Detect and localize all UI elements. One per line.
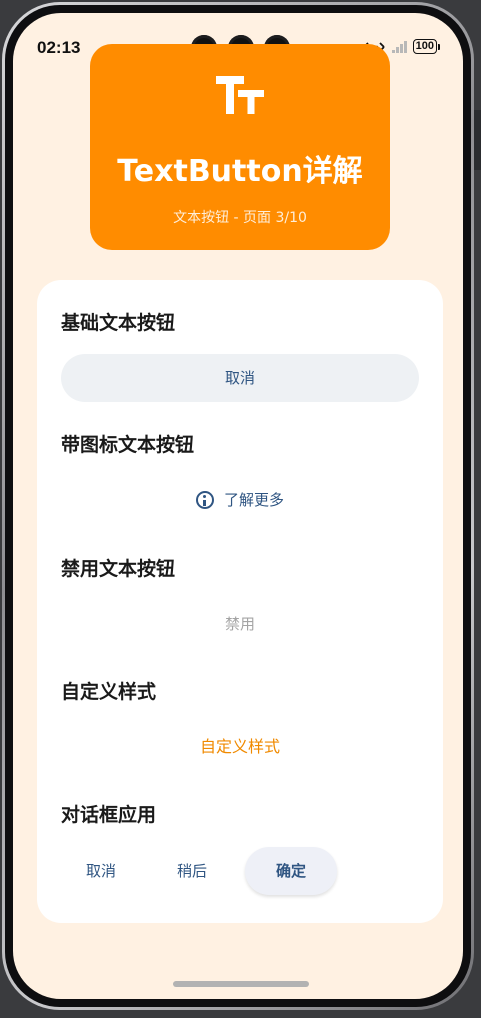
section-title-basic: 基础文本按钮 [61,312,176,334]
status-time: 02:13 [37,38,81,57]
dialog-confirm-button[interactable]: 确定 [245,847,337,895]
section-title-custom: 自定义样式 [61,681,157,703]
page-subtitle: 文本按钮 - 页面 3/10 [173,210,307,226]
page-title: TextButton详解 [117,154,363,189]
dialog-later-button[interactable]: 稍后 [152,847,232,895]
section-title-dialog: 对话框应用 [61,804,157,826]
text-format-icon [216,76,264,114]
learn-more-button[interactable]: 了解更多 [61,486,419,514]
home-indicator[interactable] [173,981,309,987]
battery-icon: 100 [412,39,441,54]
disabled-button: 禁用 [61,610,419,638]
dialog-cancel-button[interactable]: 取消 [61,847,141,895]
phone-frame: 02:13 100 TextButton详解 文本按钮 - 页面 3/10 基础… [2,2,474,1010]
desktop-background: 02:13 100 TextButton详解 文本按钮 - 页面 3/10 基础… [0,0,481,1018]
basic-cancel-button[interactable]: 取消 [61,354,419,402]
content-card: 基础文本按钮 取消 带图标文本按钮 了解更多 禁用文本按钮 禁用 自定义样式 自… [37,280,443,923]
info-icon [195,491,214,509]
phone-bezel: 02:13 100 TextButton详解 文本按钮 - 页面 3/10 基础… [5,5,471,1007]
section-title-disabled: 禁用文本按钮 [61,558,176,580]
section-title-icon: 带图标文本按钮 [61,434,195,456]
phone-screen: 02:13 100 TextButton详解 文本按钮 - 页面 3/10 基础… [13,13,463,999]
custom-style-button[interactable]: 自定义样式 [61,733,419,761]
signal-strength-icon [391,40,407,53]
learn-more-label: 了解更多 [223,491,284,509]
header-banner: TextButton详解 文本按钮 - 页面 3/10 [90,44,390,250]
